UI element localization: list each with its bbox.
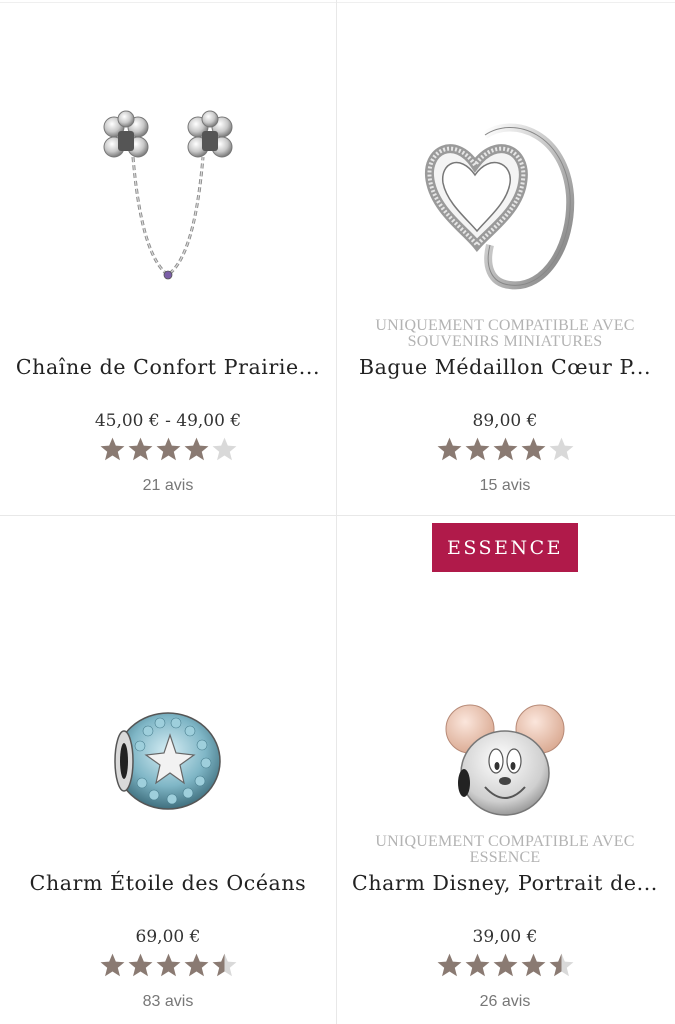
product-price: 45,00 € - 49,00 € — [94, 411, 242, 431]
star-icon — [549, 437, 573, 461]
product-image[interactable] — [0, 686, 336, 836]
star-icon — [128, 953, 152, 977]
star-icon — [521, 437, 545, 461]
review-count[interactable]: 83 avis — [0, 993, 336, 1011]
product-image[interactable] — [0, 80, 336, 310]
heart-locket-ring-image — [424, 123, 575, 290]
product-price: 69,00 € — [135, 927, 201, 947]
rating-stars — [0, 436, 336, 462]
review-count[interactable]: 15 avis — [337, 477, 673, 495]
compatibility-note: UNIQUEMENT COMPATIBLE AVEC SOUVENIRS MIN… — [337, 318, 673, 350]
product-name[interactable]: Charm Étoile des Océans — [0, 871, 336, 895]
star-icon — [184, 953, 208, 977]
star-icon — [465, 953, 489, 977]
star-icon — [437, 437, 461, 461]
product-card[interactable]: Chaîne de Confort Prairie... 45,00 € - 4… — [0, 0, 336, 512]
product-card[interactable]: Charm Étoile des Océans 69,00 € 83 avis — [0, 516, 336, 1024]
star-icon — [156, 953, 180, 977]
starfish-charm-image — [114, 712, 221, 810]
product-name[interactable]: Bague Médaillon Cœur P... — [337, 355, 673, 379]
star-icon — [493, 437, 517, 461]
star-icon — [549, 953, 573, 977]
rating-stars — [337, 952, 673, 978]
product-name[interactable]: Charm Disney, Portrait de... — [337, 871, 673, 895]
star-icon — [156, 437, 180, 461]
star-icon — [100, 953, 124, 977]
star-icon — [212, 953, 236, 977]
compatibility-line: SOUVENIRS MINIATURES — [407, 333, 603, 350]
product-card[interactable]: UNIQUEMENT COMPATIBLE AVEC SOUVENIRS MIN… — [337, 0, 673, 512]
review-count[interactable]: 21 avis — [0, 477, 336, 495]
product-image[interactable] — [337, 686, 673, 836]
star-icon — [465, 437, 489, 461]
star-icon — [184, 437, 208, 461]
badge-label: ESSENCE — [447, 536, 563, 559]
safety-chain-image — [103, 110, 233, 280]
mickey-charm-image — [445, 704, 565, 816]
rating-stars — [337, 436, 673, 462]
compatibility-note: UNIQUEMENT COMPATIBLE AVEC ESSENCE — [337, 834, 673, 866]
star-icon — [212, 437, 236, 461]
star-icon — [521, 953, 545, 977]
product-price: 89,00 € — [472, 411, 538, 431]
star-icon — [437, 953, 461, 977]
compatibility-line: UNIQUEMENT COMPATIBLE AVEC — [375, 317, 635, 334]
product-card[interactable]: ESSENCE UNIQUEMENT COMPATIBLE AVEC ESSEN… — [337, 516, 673, 1024]
star-icon — [493, 953, 517, 977]
essence-badge: ESSENCE — [432, 523, 578, 572]
product-price: 39,00 € — [472, 927, 538, 947]
star-icon — [128, 437, 152, 461]
product-grid: Chaîne de Confort Prairie... 45,00 € - 4… — [0, 0, 675, 1024]
star-icon — [100, 437, 124, 461]
compatibility-line: UNIQUEMENT COMPATIBLE AVEC — [375, 833, 635, 850]
review-count[interactable]: 26 avis — [337, 993, 673, 1011]
rating-stars — [0, 952, 336, 978]
compatibility-line: ESSENCE — [469, 849, 541, 866]
product-image[interactable] — [337, 80, 673, 310]
product-name[interactable]: Chaîne de Confort Prairie... — [0, 355, 336, 379]
